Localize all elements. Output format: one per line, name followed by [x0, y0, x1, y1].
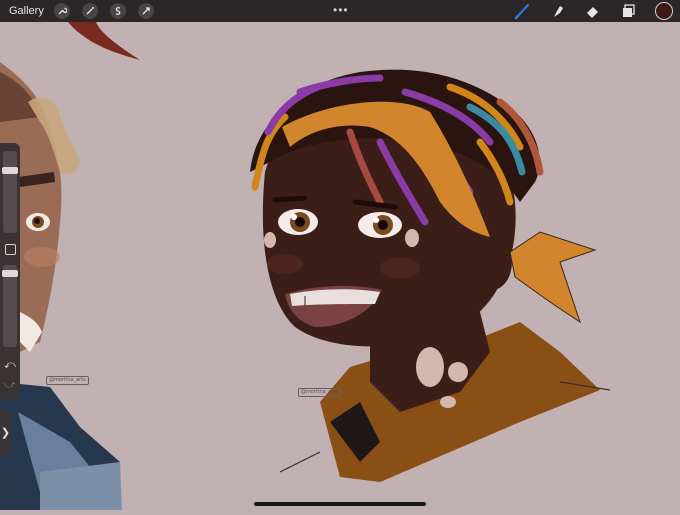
brush-size-slider[interactable]: [3, 151, 17, 233]
red-brush-stroke: [68, 22, 140, 60]
selection-icon[interactable]: [109, 3, 126, 19]
signature-right: @mortina_arts: [298, 388, 341, 397]
undo-icon[interactable]: ⤺: [4, 359, 16, 372]
transform-icon[interactable]: [137, 3, 154, 19]
brush-size-handle[interactable]: [2, 167, 18, 174]
eyedropper-modify-button[interactable]: [5, 244, 16, 255]
brush-sidebar: ⤺ ⤻: [0, 143, 20, 399]
brush-icon[interactable]: [514, 2, 532, 20]
smudge-icon[interactable]: [549, 2, 567, 20]
home-indicator: [254, 502, 426, 506]
drawing-canvas[interactable]: @mortina_arts @mortina_arts: [0, 22, 680, 510]
artwork-illustration: [0, 22, 611, 510]
wrench-icon[interactable]: [53, 3, 70, 19]
brush-opacity-handle[interactable]: [2, 270, 18, 277]
layers-icon[interactable]: [619, 2, 637, 20]
magic-wand-icon[interactable]: [81, 3, 98, 19]
redo-icon[interactable]: ⤻: [4, 379, 16, 392]
more-options-icon[interactable]: •••: [333, 3, 349, 17]
expand-panel-tab[interactable]: ❯: [0, 410, 11, 455]
color-picker-button[interactable]: [655, 2, 673, 20]
brush-opacity-slider[interactable]: [3, 265, 17, 347]
signature-left: @mortina_arts: [46, 376, 89, 385]
eraser-icon[interactable]: [584, 2, 602, 20]
top-toolbar: Gallery •••: [0, 0, 680, 22]
right-character: [250, 69, 611, 482]
gallery-button[interactable]: Gallery: [9, 5, 44, 17]
